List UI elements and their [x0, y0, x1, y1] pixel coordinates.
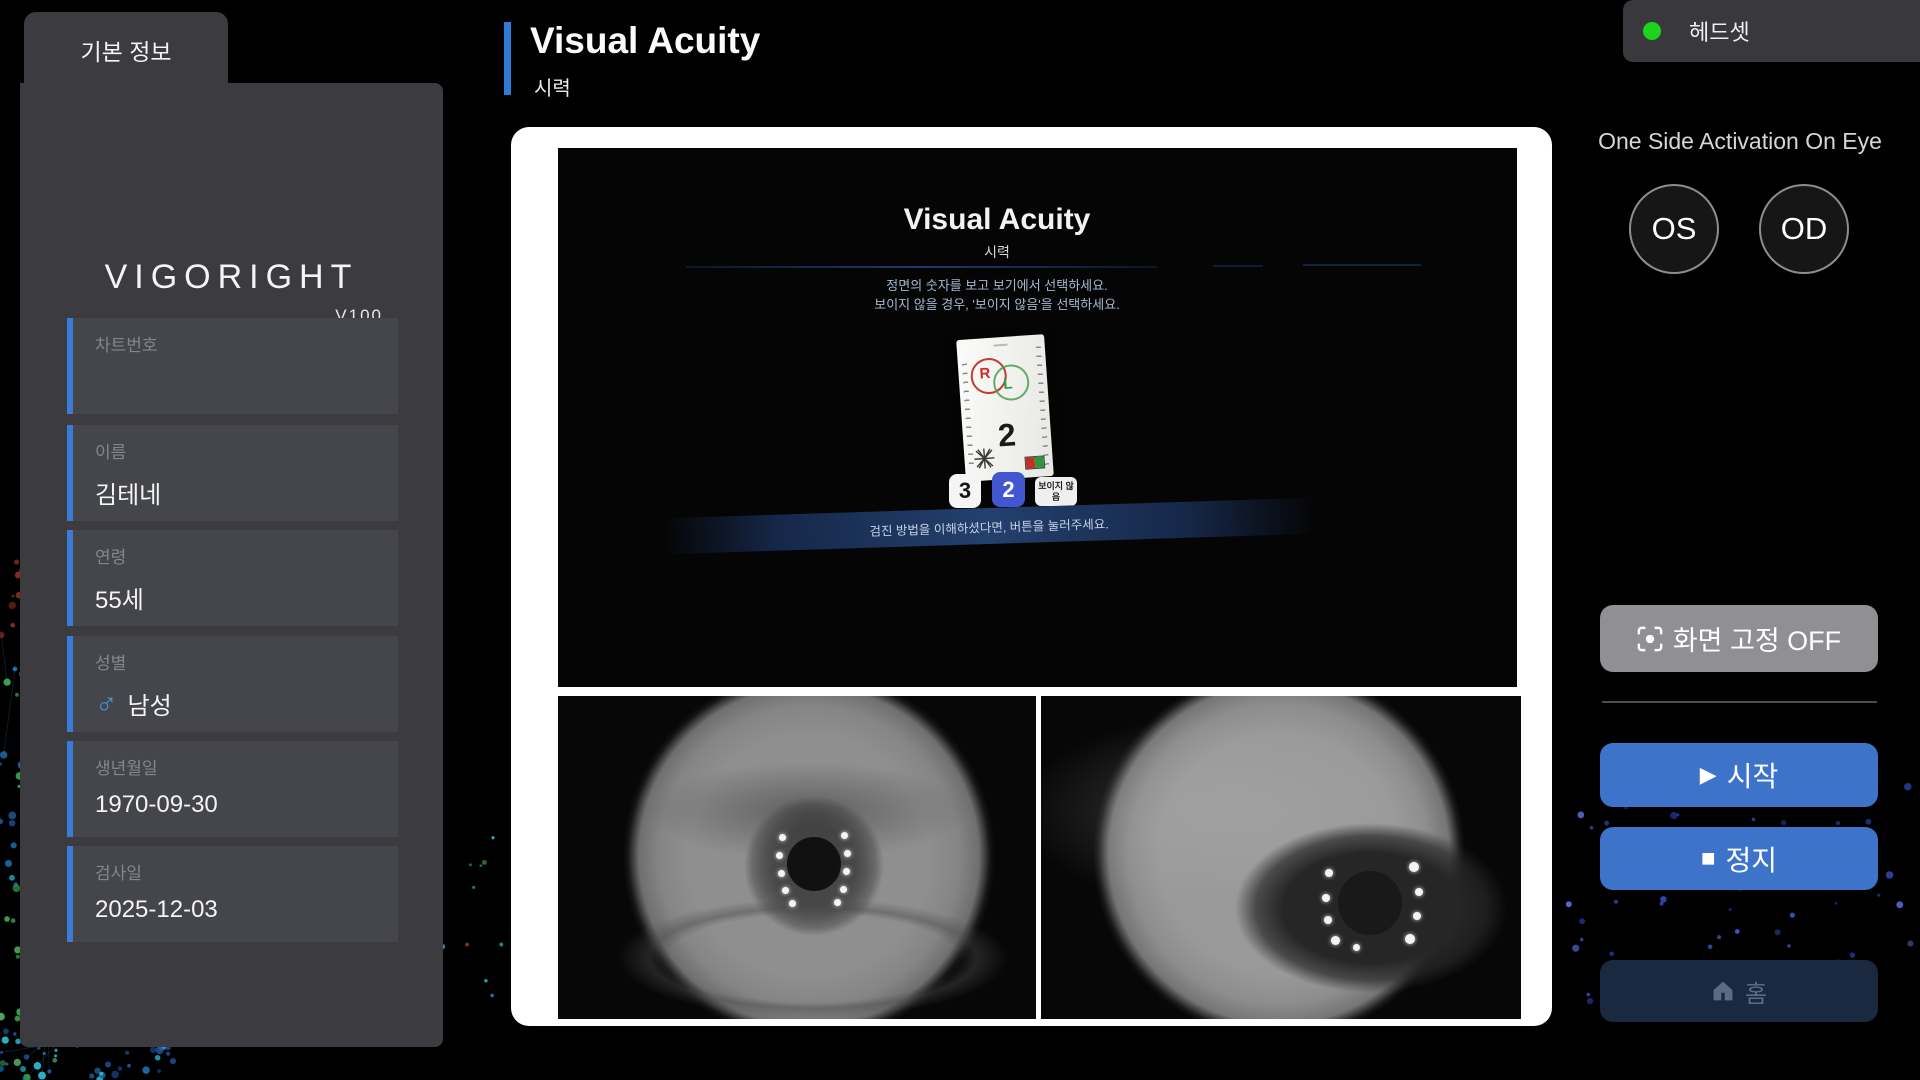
right-eye-letter: R [979, 365, 991, 383]
right-eye-pupil [1338, 871, 1402, 935]
ir-glint [1413, 912, 1421, 920]
vr-divider-line [1213, 265, 1263, 267]
home-label: 홈 [1745, 974, 1767, 1009]
screen-lock-button[interactable]: 화면 고정 OFF [1600, 605, 1878, 672]
ir-glint [778, 870, 785, 877]
vigoright-logo: VIGORIGHT V100 [20, 258, 443, 297]
headset-status-dot [1643, 22, 1661, 40]
duochrome-flag-icon [1024, 455, 1045, 469]
age-value: 55세 [95, 580, 398, 615]
examdate-field[interactable]: 검사일 2025-12-03 [67, 846, 398, 942]
chart-card-header-mark [994, 344, 1008, 347]
title-accent-bar [504, 22, 511, 95]
birthdate-value: 1970-09-30 [95, 791, 398, 819]
logo-brand-text: VIGORIGHT [105, 258, 359, 296]
gender-field[interactable]: 성별 ♂ 남성 [67, 636, 398, 732]
start-button[interactable]: ▶ 시작 [1600, 743, 1878, 807]
monitor-panel: Visual Acuity 시력 정면의 숫자를 보고 보기에서 선택하세요. … [511, 127, 1552, 1026]
ir-glint [834, 899, 841, 906]
tab-basic-info[interactable]: 기본 정보 [24, 12, 228, 87]
ir-glint [779, 834, 786, 841]
ir-glint [1415, 888, 1423, 896]
left-eye-pupil [787, 837, 841, 891]
one-side-activation-label: One Side Activation On Eye [1570, 128, 1910, 155]
vr-mirror-view: Visual Acuity 시력 정면의 숫자를 보고 보기에서 선택하세요. … [558, 148, 1517, 687]
home-button[interactable]: 홈 [1600, 960, 1878, 1022]
age-field[interactable]: 연령 55세 [67, 530, 398, 626]
vr-not-visible-button: 보이지 않음 [1035, 477, 1077, 506]
controls-divider [1602, 701, 1877, 703]
ir-glint [776, 852, 783, 859]
page-title: Visual Acuity [530, 20, 760, 62]
ir-glint [844, 850, 851, 857]
vr-divider-line [1303, 264, 1421, 266]
name-field[interactable]: 이름 김테네 [67, 425, 398, 521]
stop-button[interactable]: ■ 정지 [1600, 827, 1878, 890]
vr-answer-button-2-selected: 2 [992, 472, 1025, 507]
home-icon [1711, 979, 1735, 1003]
gender-label: 성별 [95, 649, 398, 674]
vr-footer-banner: 검진 방법을 이해하셨다면, 버튼을 눌러주세요. [664, 498, 1315, 554]
ir-glint [1353, 944, 1360, 951]
ir-glint [1409, 862, 1419, 872]
gender-value: 남성 [128, 686, 172, 721]
vr-instruction-1: 정면의 숫자를 보고 보기에서 선택하세요. [886, 275, 1107, 294]
vr-test-subtitle: 시력 [984, 242, 1010, 262]
stop-icon: ■ [1701, 848, 1716, 870]
vr-instruction-2: 보이지 않을 경우, '보이지 않음'을 선택하세요. [874, 294, 1120, 313]
screen-lock-label: 화면 고정 OFF [1673, 619, 1841, 658]
play-icon: ▶ [1700, 762, 1717, 788]
page-subtitle: 시력 [534, 72, 571, 101]
ir-glint [1325, 869, 1333, 877]
acuity-chart-card: R L 2 [956, 334, 1054, 482]
patient-info-sidebar: VIGORIGHT V100 차트번호 이름 김테네 연령 55세 성별 ♂ 남… [20, 83, 443, 1047]
left-eye-camera [558, 696, 1036, 1019]
eye-camera-feeds [558, 696, 1521, 1019]
birthdate-field[interactable]: 생년월일 1970-09-30 [67, 741, 398, 837]
left-eye-letter: L [1003, 375, 1013, 393]
stop-label: 정지 [1725, 839, 1777, 879]
name-label: 이름 [95, 438, 398, 463]
age-label: 연령 [95, 543, 398, 568]
vr-test-title: Visual Acuity [904, 203, 1091, 237]
app-window: 기본 정보 VIGORIGHT V100 차트번호 이름 김테네 연령 55세 … [0, 0, 1920, 1080]
ir-glint [843, 868, 850, 875]
male-icon: ♂ [95, 694, 118, 714]
name-value: 김테네 [95, 475, 398, 510]
vr-divider-line [686, 266, 1157, 268]
ir-glint [782, 887, 789, 894]
ir-glint [1324, 916, 1332, 924]
starburst-icon [972, 446, 998, 477]
ir-glint [1331, 936, 1340, 945]
ir-glint [840, 886, 847, 893]
examdate-value: 2025-12-03 [95, 896, 398, 924]
right-eye-camera [1041, 696, 1521, 1019]
birthdate-label: 생년월일 [95, 754, 398, 779]
ir-glint [841, 832, 848, 839]
start-label: 시작 [1727, 755, 1779, 795]
od-button[interactable]: OD [1759, 184, 1849, 274]
vr-answer-button-3: 3 [949, 474, 981, 508]
chart-number-field[interactable]: 차트번호 [67, 318, 398, 414]
ir-glint [789, 900, 796, 907]
headset-status-label: 헤드셋 [1689, 15, 1750, 47]
examdate-label: 검사일 [95, 859, 398, 884]
os-button[interactable]: OS [1629, 184, 1719, 274]
vr-footer-message: 검진 방법을 이해하셨다면, 버튼을 눌러주세요. [869, 513, 1109, 540]
ir-glint [1322, 894, 1330, 902]
chart-number-label: 차트번호 [95, 331, 398, 356]
headset-status-pill: 헤드셋 [1623, 0, 1920, 62]
screen-lock-icon [1637, 626, 1663, 652]
ir-glint [1405, 934, 1415, 944]
